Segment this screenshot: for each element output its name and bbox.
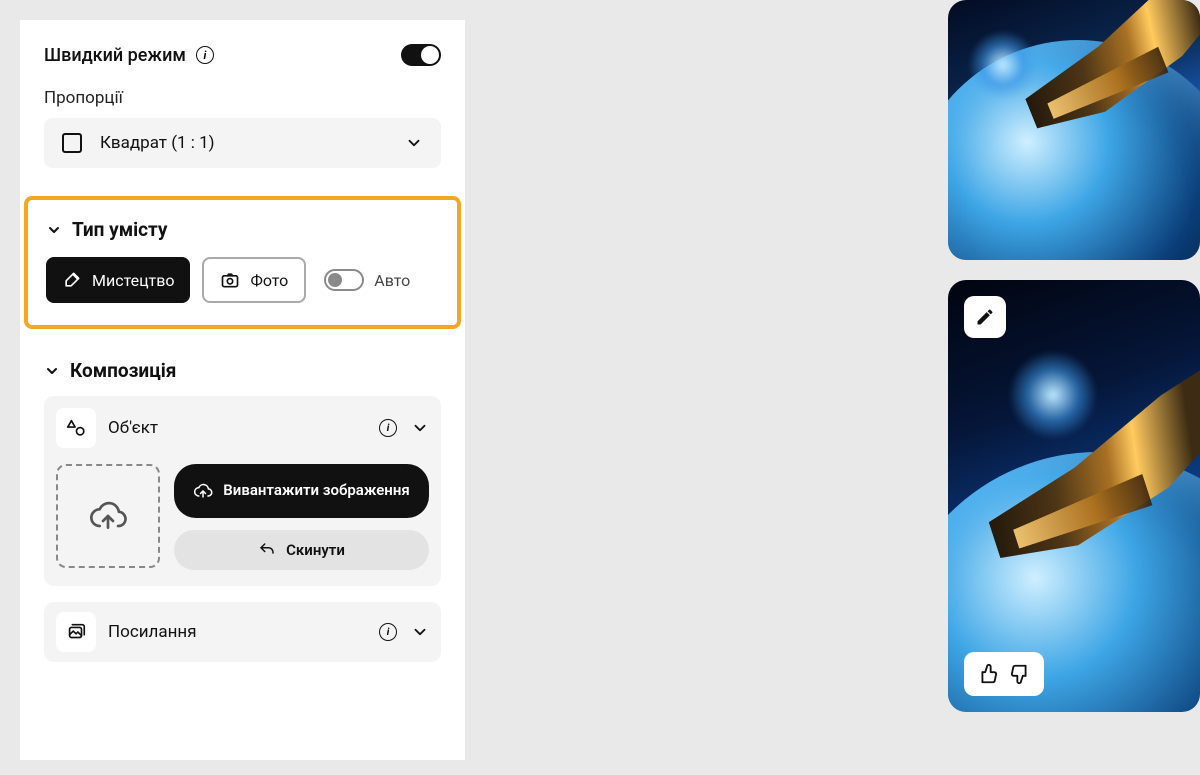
auto-toggle-group: Авто	[324, 269, 410, 291]
chevron-down-icon	[405, 134, 423, 152]
info-icon[interactable]: i	[196, 46, 214, 64]
auto-label: Авто	[374, 271, 410, 290]
art-button[interactable]: Мистецтво	[46, 257, 190, 303]
thumbs-up-button[interactable]	[976, 663, 998, 685]
edit-button[interactable]	[964, 296, 1006, 338]
object-label: Об'єкт	[108, 418, 158, 438]
thumbs-up-icon	[976, 663, 998, 685]
reference-card: Посилання i	[44, 602, 441, 662]
settings-panel: Швидкий режим i Пропорції Квадрат (1 : 1…	[20, 20, 465, 760]
reference-card-header[interactable]: Посилання i	[56, 612, 429, 652]
content-type-header[interactable]: Тип умісту	[46, 218, 439, 241]
cloud-upload-icon	[193, 481, 213, 501]
aspect-ratio-value-group: Квадрат (1 : 1)	[62, 133, 215, 153]
reference-label: Посилання	[108, 622, 197, 642]
undo-icon	[258, 541, 276, 559]
cloud-upload-icon	[88, 496, 128, 536]
composition-section: Композиція Об'єкт i	[44, 359, 441, 662]
fast-mode-toggle[interactable]	[401, 44, 441, 66]
upload-image-label: Вивантажити зображення	[223, 482, 409, 499]
feedback-buttons	[964, 652, 1044, 696]
aspect-ratio-value: Квадрат (1 : 1)	[100, 133, 215, 153]
composition-title: Композиція	[70, 359, 176, 382]
fast-mode-row: Швидкий режим i	[44, 44, 441, 66]
upload-image-button[interactable]: Вивантажити зображення	[174, 464, 429, 518]
info-icon[interactable]: i	[379, 419, 397, 437]
content-type-section: Тип умісту Мистецтво Фото Авто	[24, 196, 461, 329]
fast-mode-label: Швидкий режим	[44, 45, 186, 66]
composition-header[interactable]: Композиція	[44, 359, 441, 382]
camera-icon	[220, 270, 240, 290]
shapes-icon	[56, 408, 96, 448]
content-type-options: Мистецтво Фото Авто	[46, 257, 439, 303]
result-image-1[interactable]	[948, 0, 1200, 260]
proportions-label: Пропорції	[44, 88, 441, 108]
reset-button[interactable]: Скинути	[174, 530, 429, 570]
auto-toggle[interactable]	[324, 269, 364, 291]
reset-label: Скинути	[286, 541, 345, 559]
art-button-label: Мистецтво	[92, 271, 174, 290]
aspect-ratio-dropdown[interactable]: Квадрат (1 : 1)	[44, 118, 441, 168]
chevron-down-icon	[46, 222, 62, 238]
image-layers-icon	[56, 612, 96, 652]
object-card-header[interactable]: Об'єкт i	[56, 408, 429, 448]
info-icon[interactable]: i	[379, 623, 397, 641]
object-card: Об'єкт i	[44, 396, 441, 586]
thumbs-down-button[interactable]	[1010, 663, 1032, 685]
chevron-down-icon	[44, 363, 60, 379]
upload-dropzone[interactable]	[56, 464, 160, 568]
thumbs-down-icon	[1010, 663, 1032, 685]
content-type-title: Тип умісту	[72, 218, 167, 241]
square-icon	[62, 133, 82, 153]
upload-row: Вивантажити зображення Скинути	[56, 464, 429, 570]
pencil-icon	[975, 307, 995, 327]
result-image-2[interactable]	[948, 280, 1200, 712]
brush-icon	[62, 270, 82, 290]
fast-mode-label-group: Швидкий режим i	[44, 45, 214, 66]
photo-button[interactable]: Фото	[202, 257, 306, 303]
chevron-down-icon	[411, 419, 429, 437]
photo-button-label: Фото	[250, 271, 288, 290]
chevron-down-icon	[411, 623, 429, 641]
